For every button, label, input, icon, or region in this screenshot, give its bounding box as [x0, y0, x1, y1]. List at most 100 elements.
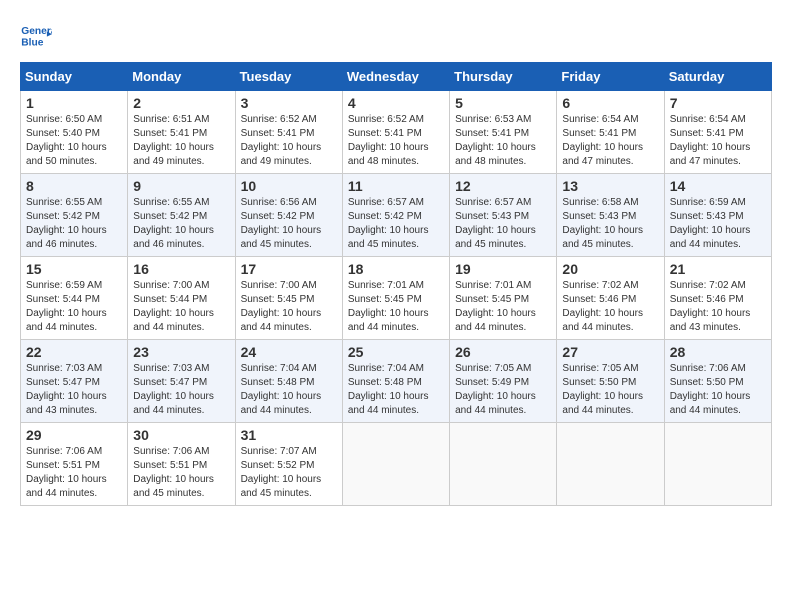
day-number: 29 — [26, 427, 122, 443]
day-number: 11 — [348, 178, 444, 194]
day-info: Sunrise: 7:02 AMSunset: 5:46 PMDaylight:… — [562, 279, 658, 335]
day-cell-10: 10Sunrise: 6:56 AMSunset: 5:42 PMDayligh… — [235, 174, 342, 257]
day-number: 6 — [562, 95, 658, 111]
day-info: Sunrise: 7:03 AMSunset: 5:47 PMDaylight:… — [26, 362, 122, 418]
calendar-row: 1 Sunrise: 6:50 AMSunset: 5:40 PMDaylight… — [21, 91, 772, 174]
day-cell-25: 25 Sunrise: 7:04 AMSunset: 5:48 PMDayligh… — [342, 340, 449, 423]
day-cell-7: 7 Sunrise: 6:54 AMSunset: 5:41 PMDaylight… — [664, 91, 771, 174]
day-number: 31 — [241, 427, 337, 443]
day-number: 18 — [348, 261, 444, 277]
day-number: 13 — [562, 178, 658, 194]
day-info: Sunrise: 6:56 AMSunset: 5:42 PMDaylight:… — [241, 196, 337, 252]
day-number: 3 — [241, 95, 337, 111]
day-number: 27 — [562, 344, 658, 360]
calendar-header-sunday: Sunday — [21, 63, 128, 91]
day-info: Sunrise: 6:59 AMSunset: 5:44 PMDaylight:… — [26, 279, 122, 335]
day-number: 4 — [348, 95, 444, 111]
day-number: 2 — [133, 95, 229, 111]
day-number: 20 — [562, 261, 658, 277]
day-number: 7 — [670, 95, 766, 111]
day-cell-19: 19 Sunrise: 7:01 AMSunset: 5:45 PMDayligh… — [450, 257, 557, 340]
day-info: Sunrise: 7:06 AMSunset: 5:51 PMDaylight:… — [133, 445, 229, 501]
calendar-row: 8 Sunrise: 6:55 AMSunset: 5:42 PMDaylight… — [21, 174, 772, 257]
day-cell-12: 12Sunrise: 6:57 AMSunset: 5:43 PMDayligh… — [450, 174, 557, 257]
empty-cell — [664, 423, 771, 506]
day-info: Sunrise: 6:57 AMSunset: 5:42 PMDaylight:… — [348, 196, 444, 252]
day-info: Sunrise: 6:57 AMSunset: 5:43 PMDaylight:… — [455, 196, 551, 252]
logo-icon: General Blue — [20, 20, 52, 52]
calendar-header-thursday: Thursday — [450, 63, 557, 91]
day-info: Sunrise: 7:06 AMSunset: 5:50 PMDaylight:… — [670, 362, 766, 418]
day-info: Sunrise: 6:51 AMSunset: 5:41 PMDaylight:… — [133, 113, 229, 169]
calendar-header-row: SundayMondayTuesdayWednesdayThursdayFrid… — [21, 63, 772, 91]
calendar-header-monday: Monday — [128, 63, 235, 91]
calendar-row: 15 Sunrise: 6:59 AMSunset: 5:44 PMDayligh… — [21, 257, 772, 340]
logo: General Blue — [20, 20, 56, 52]
day-number: 19 — [455, 261, 551, 277]
day-info: Sunrise: 6:50 AMSunset: 5:40 PMDaylight:… — [26, 113, 122, 169]
day-cell-11: 11 Sunrise: 6:57 AMSunset: 5:42 PMDayligh… — [342, 174, 449, 257]
day-number: 25 — [348, 344, 444, 360]
day-info: Sunrise: 7:03 AMSunset: 5:47 PMDaylight:… — [133, 362, 229, 418]
day-number: 30 — [133, 427, 229, 443]
day-cell-15: 15 Sunrise: 6:59 AMSunset: 5:44 PMDayligh… — [21, 257, 128, 340]
svg-text:Blue: Blue — [21, 38, 43, 49]
day-number: 24 — [241, 344, 337, 360]
day-info: Sunrise: 6:58 AMSunset: 5:43 PMDaylight:… — [562, 196, 658, 252]
day-info: Sunrise: 7:01 AMSunset: 5:45 PMDaylight:… — [348, 279, 444, 335]
day-cell-18: 18 Sunrise: 7:01 AMSunset: 5:45 PMDayligh… — [342, 257, 449, 340]
day-cell-6: 6 Sunrise: 6:54 AMSunset: 5:41 PMDaylight… — [557, 91, 664, 174]
day-info: Sunrise: 6:52 AMSunset: 5:41 PMDaylight:… — [241, 113, 337, 169]
day-cell-13: 13 Sunrise: 6:58 AMSunset: 5:43 PMDayligh… — [557, 174, 664, 257]
day-info: Sunrise: 6:55 AMSunset: 5:42 PMDaylight:… — [133, 196, 229, 252]
calendar-row: 29 Sunrise: 7:06 AMSunset: 5:51 PMDayligh… — [21, 423, 772, 506]
day-number: 8 — [26, 178, 122, 194]
day-cell-14: 14 Sunrise: 6:59 AMSunset: 5:43 PMDayligh… — [664, 174, 771, 257]
day-cell-16: 16 Sunrise: 7:00 AMSunset: 5:44 PMDayligh… — [128, 257, 235, 340]
empty-cell — [450, 423, 557, 506]
empty-cell — [557, 423, 664, 506]
empty-cell — [342, 423, 449, 506]
day-cell-8: 8 Sunrise: 6:55 AMSunset: 5:42 PMDaylight… — [21, 174, 128, 257]
day-number: 16 — [133, 261, 229, 277]
day-cell-24: 24 Sunrise: 7:04 AMSunset: 5:48 PMDayligh… — [235, 340, 342, 423]
day-info: Sunrise: 7:01 AMSunset: 5:45 PMDaylight:… — [455, 279, 551, 335]
day-info: Sunrise: 7:04 AMSunset: 5:48 PMDaylight:… — [348, 362, 444, 418]
day-cell-9: 9 Sunrise: 6:55 AMSunset: 5:42 PMDaylight… — [128, 174, 235, 257]
day-info: Sunrise: 7:04 AMSunset: 5:48 PMDaylight:… — [241, 362, 337, 418]
day-cell-4: 4Sunrise: 6:52 AMSunset: 5:41 PMDaylight… — [342, 91, 449, 174]
day-info: Sunrise: 7:00 AMSunset: 5:44 PMDaylight:… — [133, 279, 229, 335]
day-info: Sunrise: 6:55 AMSunset: 5:42 PMDaylight:… — [26, 196, 122, 252]
day-number: 26 — [455, 344, 551, 360]
day-number: 22 — [26, 344, 122, 360]
calendar-header-tuesday: Tuesday — [235, 63, 342, 91]
day-info: Sunrise: 7:00 AMSunset: 5:45 PMDaylight:… — [241, 279, 337, 335]
day-info: Sunrise: 6:53 AMSunset: 5:41 PMDaylight:… — [455, 113, 551, 169]
day-number: 9 — [133, 178, 229, 194]
day-cell-20: 20 Sunrise: 7:02 AMSunset: 5:46 PMDayligh… — [557, 257, 664, 340]
calendar-header-saturday: Saturday — [664, 63, 771, 91]
calendar-header-wednesday: Wednesday — [342, 63, 449, 91]
calendar-table: SundayMondayTuesdayWednesdayThursdayFrid… — [20, 62, 772, 506]
day-cell-3: 3 Sunrise: 6:52 AMSunset: 5:41 PMDaylight… — [235, 91, 342, 174]
day-number: 21 — [670, 261, 766, 277]
day-cell-31: 31Sunrise: 7:07 AMSunset: 5:52 PMDayligh… — [235, 423, 342, 506]
day-cell-17: 17Sunrise: 7:00 AMSunset: 5:45 PMDayligh… — [235, 257, 342, 340]
day-info: Sunrise: 6:54 AMSunset: 5:41 PMDaylight:… — [562, 113, 658, 169]
day-number: 28 — [670, 344, 766, 360]
day-number: 1 — [26, 95, 122, 111]
day-cell-27: 27Sunrise: 7:05 AMSunset: 5:50 PMDayligh… — [557, 340, 664, 423]
calendar-row: 22 Sunrise: 7:03 AMSunset: 5:47 PMDayligh… — [21, 340, 772, 423]
page-header: General Blue — [20, 20, 772, 52]
day-cell-22: 22 Sunrise: 7:03 AMSunset: 5:47 PMDayligh… — [21, 340, 128, 423]
day-cell-28: 28 Sunrise: 7:06 AMSunset: 5:50 PMDayligh… — [664, 340, 771, 423]
day-info: Sunrise: 6:59 AMSunset: 5:43 PMDaylight:… — [670, 196, 766, 252]
day-info: Sunrise: 7:02 AMSunset: 5:46 PMDaylight:… — [670, 279, 766, 335]
day-number: 14 — [670, 178, 766, 194]
day-cell-29: 29Sunrise: 7:06 AMSunset: 5:51 PMDayligh… — [21, 423, 128, 506]
day-info: Sunrise: 6:54 AMSunset: 5:41 PMDaylight:… — [670, 113, 766, 169]
day-number: 15 — [26, 261, 122, 277]
day-number: 23 — [133, 344, 229, 360]
day-cell-26: 26 Sunrise: 7:05 AMSunset: 5:49 PMDayligh… — [450, 340, 557, 423]
day-info: Sunrise: 7:05 AMSunset: 5:49 PMDaylight:… — [455, 362, 551, 418]
